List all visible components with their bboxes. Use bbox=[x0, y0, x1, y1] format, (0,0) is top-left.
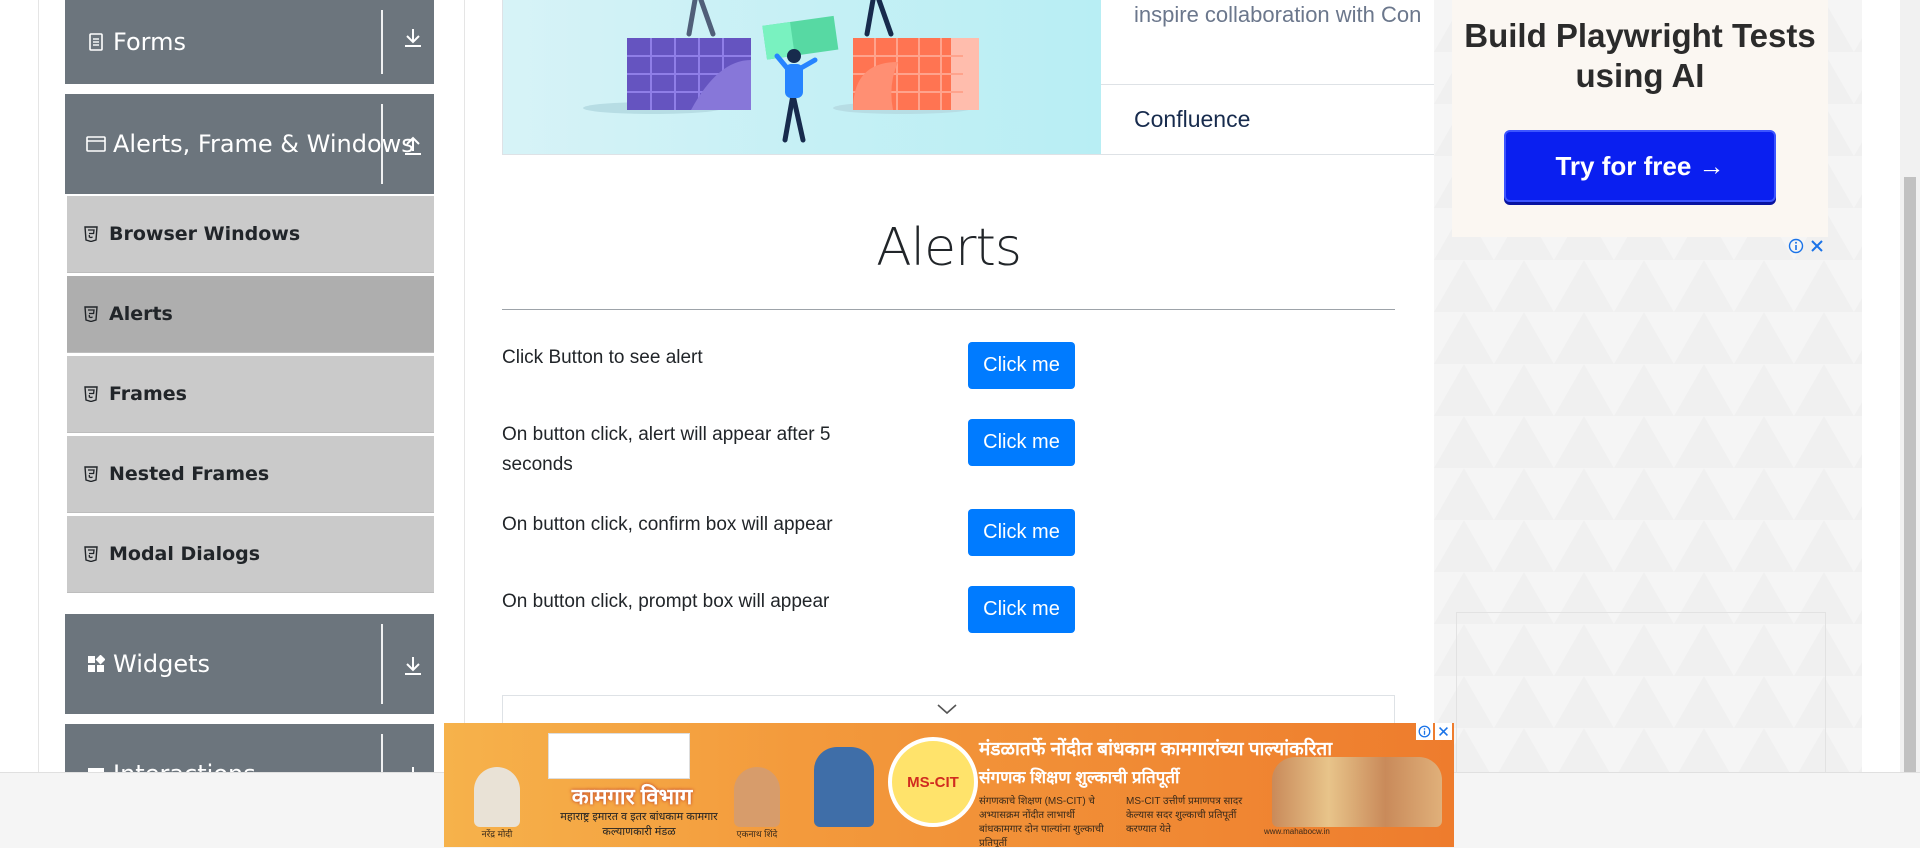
ad-subheadline: संगणक शिक्षण शुल्काची प्रतिपूर्ती bbox=[979, 768, 1180, 787]
sidebar-group-alerts-frame-windows[interactable]: Alerts, Frame & Windows bbox=[65, 94, 434, 194]
sidebar-group-forms[interactable]: Forms bbox=[65, 0, 434, 84]
sidebar-group-label: Widgets bbox=[113, 650, 211, 678]
sidebar-item-label: Modal Dialogs bbox=[109, 543, 261, 565]
group-divider bbox=[381, 104, 383, 184]
window-icon bbox=[85, 133, 107, 155]
group-divider bbox=[381, 10, 383, 74]
sidebar-item-modal-dialogs[interactable]: Modal Dialogs bbox=[67, 516, 434, 593]
sidebar-item-frames[interactable]: Frames bbox=[67, 356, 434, 433]
sidebar-item-label: Alerts bbox=[109, 303, 173, 325]
html5-icon bbox=[83, 544, 99, 564]
html5-icon bbox=[83, 304, 99, 324]
ad-headline: मंडळातर्फे नोंदीत बांधकाम कामगारांच्या प… bbox=[979, 739, 1333, 760]
timer-alert-button[interactable]: Click me bbox=[968, 419, 1075, 466]
download-arrow-icon[interactable] bbox=[399, 652, 427, 680]
page-title: Alerts bbox=[876, 218, 1022, 278]
sidebar-item-label: Nested Frames bbox=[109, 463, 270, 485]
prompt-row-label: On button click, prompt box will appear bbox=[502, 591, 830, 612]
sidebar-item-browser-windows[interactable]: Browser Windows bbox=[67, 196, 434, 273]
upload-arrow-icon[interactable] bbox=[399, 132, 427, 160]
students-image bbox=[814, 747, 874, 827]
banner-divider bbox=[1101, 84, 1435, 85]
timer-alert-row-label: On button click, alert will appear after… bbox=[502, 424, 831, 475]
download-arrow-icon[interactable] bbox=[399, 24, 427, 52]
person-image bbox=[734, 767, 780, 827]
alert-button[interactable]: Click me bbox=[968, 342, 1075, 389]
html5-icon bbox=[83, 224, 99, 244]
html5-icon bbox=[83, 384, 99, 404]
ad-caption: एकनाथ शिंदे bbox=[736, 829, 778, 839]
confluence-banner-ad[interactable]: inspire collaboration with Con Confluenc… bbox=[502, 0, 1436, 155]
mscit-badge: MS-CIT bbox=[888, 737, 978, 827]
scrollbar-thumb[interactable] bbox=[1904, 177, 1916, 772]
alert-row-label: Click Button to see alert bbox=[502, 347, 703, 368]
ad-controls[interactable] bbox=[1416, 723, 1452, 740]
confluence-link[interactable]: Confluence bbox=[1134, 106, 1250, 133]
title-divider bbox=[502, 309, 1395, 310]
ad-slot bbox=[1456, 612, 1826, 772]
sidebar-group-label: Forms bbox=[113, 28, 186, 56]
close-icon[interactable] bbox=[1435, 723, 1452, 740]
bottom-banner-ad[interactable]: नरेंद्र मोदी कामगार विभाग महाराष्ट्र इमा… bbox=[444, 723, 1454, 847]
content-border-left bbox=[38, 0, 39, 772]
try-for-free-button[interactable]: Try for free → bbox=[1504, 130, 1776, 202]
document-icon bbox=[85, 31, 107, 53]
department-title: कामगार विभाग bbox=[571, 784, 693, 809]
content-border-mid bbox=[464, 0, 465, 772]
officials-photos bbox=[1272, 757, 1442, 827]
chevron-down-icon[interactable] bbox=[936, 702, 958, 721]
html5-icon bbox=[83, 464, 99, 484]
info-icon[interactable] bbox=[1788, 238, 1804, 259]
playwright-ad[interactable]: Build Playwright Tests using AI Try for … bbox=[1452, 0, 1828, 237]
sidebar-item-label: Browser Windows bbox=[109, 223, 301, 245]
ad-detail-right: MS-CIT उत्तीर्ण प्रमाणपत्र सादर केल्यास … bbox=[1126, 796, 1243, 835]
vertical-scrollbar[interactable] bbox=[1900, 0, 1920, 772]
government-logos bbox=[548, 733, 690, 779]
sidebar-group-widgets[interactable]: Widgets bbox=[65, 614, 434, 714]
person-image bbox=[474, 767, 520, 827]
ad-footer-url: www.mahabocw.in bbox=[1264, 827, 1330, 836]
group-divider bbox=[381, 624, 383, 704]
banner-tagline: inspire collaboration with Con bbox=[1134, 2, 1422, 27]
prompt-button[interactable]: Click me bbox=[968, 586, 1075, 633]
ad-choices[interactable] bbox=[1788, 238, 1824, 259]
banner-illustration bbox=[503, 0, 1101, 154]
right-ad-panel: Build Playwright Tests using AI Try for … bbox=[1434, 0, 1862, 772]
sidebar-group-label: Alerts, Frame & Windows bbox=[113, 130, 414, 158]
sidebar-item-nested-frames[interactable]: Nested Frames bbox=[67, 436, 434, 513]
confirm-button[interactable]: Click me bbox=[968, 509, 1075, 556]
confirm-row-label: On button click, confirm box will appear bbox=[502, 514, 833, 535]
department-subtitle: महाराष्ट्र इमारत व इतर बांधकाम कामगार कल… bbox=[560, 811, 718, 838]
info-icon[interactable] bbox=[1416, 723, 1433, 740]
ad-detail-left: संगणकाचे शिक्षण (MS-CIT) चे अभ्यासक्रम न… bbox=[979, 796, 1104, 847]
ad-caption: नरेंद्र मोदी bbox=[481, 829, 513, 839]
widgets-icon bbox=[85, 653, 107, 675]
sidebar-item-alerts[interactable]: Alerts bbox=[67, 276, 434, 353]
close-icon[interactable] bbox=[1810, 239, 1824, 258]
ad-headline: Build Playwright Tests using AI bbox=[1464, 17, 1816, 94]
sidebar-item-label: Frames bbox=[109, 383, 187, 405]
